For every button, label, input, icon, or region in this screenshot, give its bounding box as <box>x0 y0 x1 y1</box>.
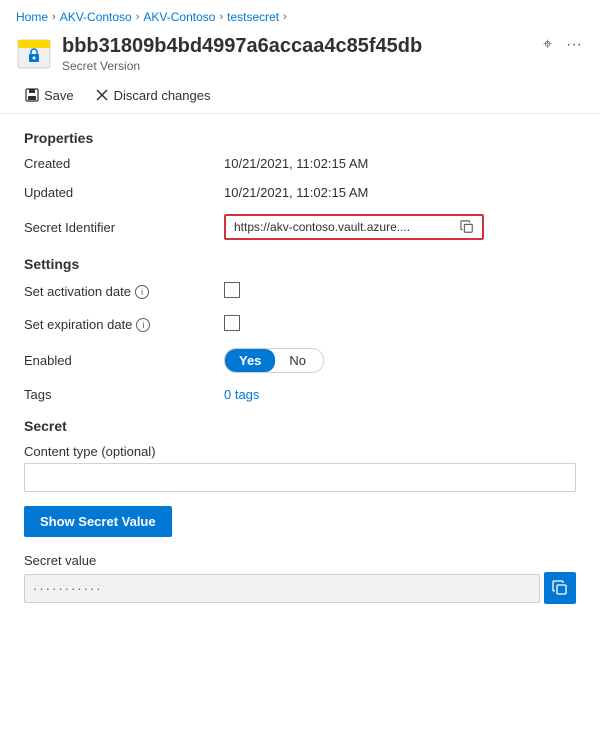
created-label: Created <box>24 156 224 171</box>
tags-row: Tags 0 tags <box>24 387 576 402</box>
updated-row: Updated 10/21/2021, 11:02:15 AM <box>24 185 576 200</box>
copy-secret-button[interactable] <box>544 572 576 604</box>
discard-icon <box>94 87 110 103</box>
breadcrumb-akv-contoso-2[interactable]: AKV-Contoso <box>143 10 215 24</box>
activation-checkbox-container <box>224 282 576 301</box>
identifier-value: https://akv-contoso.vault.azure.... <box>224 214 576 240</box>
expiration-label: Set expiration date i <box>24 317 224 332</box>
title-group: bbb31809b4bd4997a6accaa4c85f45db Secret … <box>62 34 531 73</box>
enabled-row: Enabled Yes No <box>24 348 576 373</box>
save-label: Save <box>44 88 74 103</box>
secret-value-row <box>24 572 576 604</box>
expiration-checkbox[interactable] <box>224 315 240 331</box>
page-header: bbb31809b4bd4997a6accaa4c85f45db Secret … <box>0 30 600 77</box>
secret-value-input[interactable] <box>24 574 540 603</box>
tags-value: 0 tags <box>224 387 576 402</box>
identifier-box: https://akv-contoso.vault.azure.... <box>224 214 484 240</box>
toggle-yes-option[interactable]: Yes <box>225 349 275 372</box>
breadcrumb-home[interactable]: Home <box>16 10 48 24</box>
enabled-label: Enabled <box>24 353 224 368</box>
activation-label: Set activation date i <box>24 284 224 299</box>
main-content: Properties Created 10/21/2021, 11:02:15 … <box>0 114 600 620</box>
secret-value-label: Secret value <box>24 553 224 568</box>
enabled-toggle: Yes No <box>224 348 324 373</box>
secret-section-title: Secret <box>24 418 576 434</box>
breadcrumb-akv-contoso-1[interactable]: AKV-Contoso <box>60 10 132 24</box>
toolbar: Save Discard changes <box>0 77 600 114</box>
save-button[interactable]: Save <box>16 83 82 107</box>
key-vault-icon <box>16 36 52 72</box>
more-options-button[interactable]: ··· <box>564 34 584 56</box>
content-type-input[interactable] <box>24 463 576 492</box>
copy-identifier-button[interactable] <box>460 220 474 234</box>
identifier-label: Secret Identifier <box>24 220 224 235</box>
tags-label: Tags <box>24 387 224 402</box>
activation-info-icon: i <box>135 285 149 299</box>
expiration-row: Set expiration date i <box>24 315 576 334</box>
enabled-toggle-container: Yes No <box>224 348 576 373</box>
pin-button[interactable]: ⌖ <box>541 34 554 56</box>
activation-row: Set activation date i <box>24 282 576 301</box>
identifier-text: https://akv-contoso.vault.azure.... <box>234 220 454 234</box>
updated-label: Updated <box>24 185 224 200</box>
expiration-checkbox-container <box>224 315 576 334</box>
tags-link[interactable]: 0 tags <box>224 387 259 402</box>
save-icon <box>24 87 40 103</box>
copy-icon <box>460 220 474 234</box>
properties-section-title: Properties <box>24 130 576 146</box>
copy-secret-icon <box>552 580 568 596</box>
activation-checkbox[interactable] <box>224 282 240 298</box>
content-type-label: Content type (optional) <box>24 444 224 459</box>
settings-section-title: Settings <box>24 256 576 272</box>
secret-value-section: Secret value <box>24 553 576 604</box>
identifier-row: Secret Identifier https://akv-contoso.va… <box>24 214 576 240</box>
discard-button[interactable]: Discard changes <box>86 83 219 107</box>
page-subtitle: Secret Version <box>62 59 531 73</box>
created-value: 10/21/2021, 11:02:15 AM <box>224 156 576 171</box>
created-row: Created 10/21/2021, 11:02:15 AM <box>24 156 576 171</box>
toggle-no-option[interactable]: No <box>275 349 320 372</box>
breadcrumb-testsecret[interactable]: testsecret <box>227 10 279 24</box>
breadcrumb: Home › AKV-Contoso › AKV-Contoso › tests… <box>0 0 600 30</box>
show-secret-button[interactable]: Show Secret Value <box>24 506 172 537</box>
updated-value: 10/21/2021, 11:02:15 AM <box>224 185 576 200</box>
page-title: bbb31809b4bd4997a6accaa4c85f45db <box>62 34 531 58</box>
expiration-info-icon: i <box>136 318 150 332</box>
discard-label: Discard changes <box>114 88 211 103</box>
